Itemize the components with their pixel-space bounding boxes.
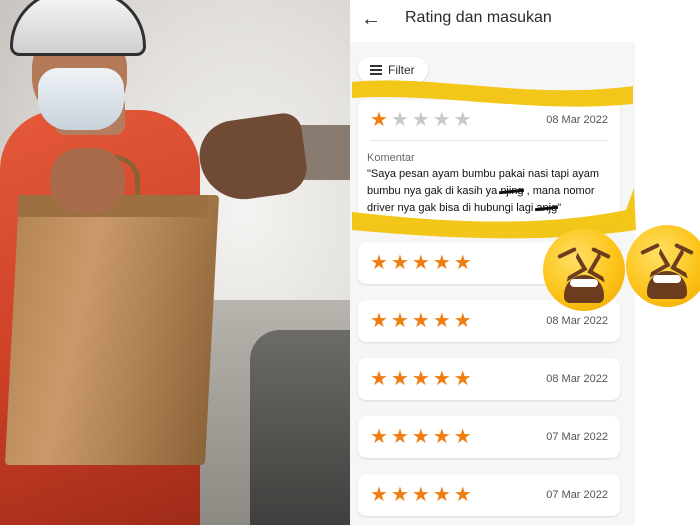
star-filled-icon: ★ [432,252,451,274]
star-filled-icon: ★ [370,252,388,274]
arrow-left-icon[interactable]: ← [360,8,382,30]
star-filled-icon: ★ [432,484,451,506]
star-filled-icon: ★ [453,484,472,506]
censored-word: njing [500,183,523,200]
star-filled-icon: ★ [411,426,430,448]
star-rating: ★ ★ ★ ★ ★ [370,253,472,273]
star-filled-icon: ★ [411,252,430,274]
star-filled-icon: ★ [370,368,388,390]
star-filled-icon: ★ [390,252,409,274]
filter-label: Filter [388,63,415,77]
star-rating: ★ ★ ★ ★ ★ [370,110,472,130]
star-filled-icon: ★ [370,310,388,332]
weary-face-icon [626,225,700,307]
paper-bag [4,195,220,465]
app-bar: ← Rating dan masukan [350,0,635,42]
star-filled-icon: ★ [390,426,409,448]
star-empty-icon: ★ [411,109,430,131]
review-date: 08 Mar 2022 [546,114,608,126]
star-filled-icon: ★ [390,484,409,506]
star-filled-icon: ★ [370,426,388,448]
star-filled-icon: ★ [370,484,388,506]
star-filled-icon: ★ [432,426,451,448]
sliders-icon [370,64,382,76]
star-filled-icon: ★ [390,368,409,390]
censored-word: anjg [536,200,557,217]
star-rating: ★ ★ ★ ★ ★ [370,485,472,505]
star-filled-icon: ★ [390,310,409,332]
star-filled-icon: ★ [411,310,430,332]
courier-helmet [10,0,146,56]
photo-car [250,330,350,525]
star-filled-icon: ★ [453,368,472,390]
star-rating: ★ ★ ★ ★ ★ [370,311,472,331]
star-rating: ★ ★ ★ ★ ★ [370,369,472,389]
star-filled-icon: ★ [453,426,472,448]
star-filled-icon: ★ [453,252,472,274]
star-empty-icon: ★ [432,109,451,131]
review-date: 07 Mar 2022 [546,431,608,443]
star-filled-icon: ★ [453,310,472,332]
star-filled-icon: ★ [411,484,430,506]
star-empty-icon: ★ [390,109,409,131]
courier-hand [50,148,125,213]
comment-text: "Saya pesan ayam bumbu pakai nasi tapi a… [367,166,617,217]
filter-button[interactable]: Filter [358,57,428,83]
star-filled-icon: ★ [411,368,430,390]
delivery-courier-photo [0,0,350,525]
review-card: ★ ★ ★ ★ ★ 07 Mar 2022 [358,416,620,458]
review-date: 07 Mar 2022 [546,489,608,501]
star-filled-icon: ★ [370,109,388,131]
star-filled-icon: ★ [432,310,451,332]
comment-label: Komentar [367,152,415,164]
courier-face-mask [38,68,124,130]
page-title: Rating dan masukan [405,9,552,26]
star-empty-icon: ★ [453,109,472,131]
review-date: 08 Mar 2022 [546,315,608,327]
star-filled-icon: ★ [432,368,451,390]
weary-face-icon [543,229,625,311]
review-date: 08 Mar 2022 [546,373,608,385]
star-rating: ★ ★ ★ ★ ★ [370,427,472,447]
review-card: ★ ★ ★ ★ ★ 07 Mar 2022 [358,474,620,516]
divider [370,140,608,141]
review-card: ★ ★ ★ ★ ★ 08 Mar 2022 [358,358,620,400]
